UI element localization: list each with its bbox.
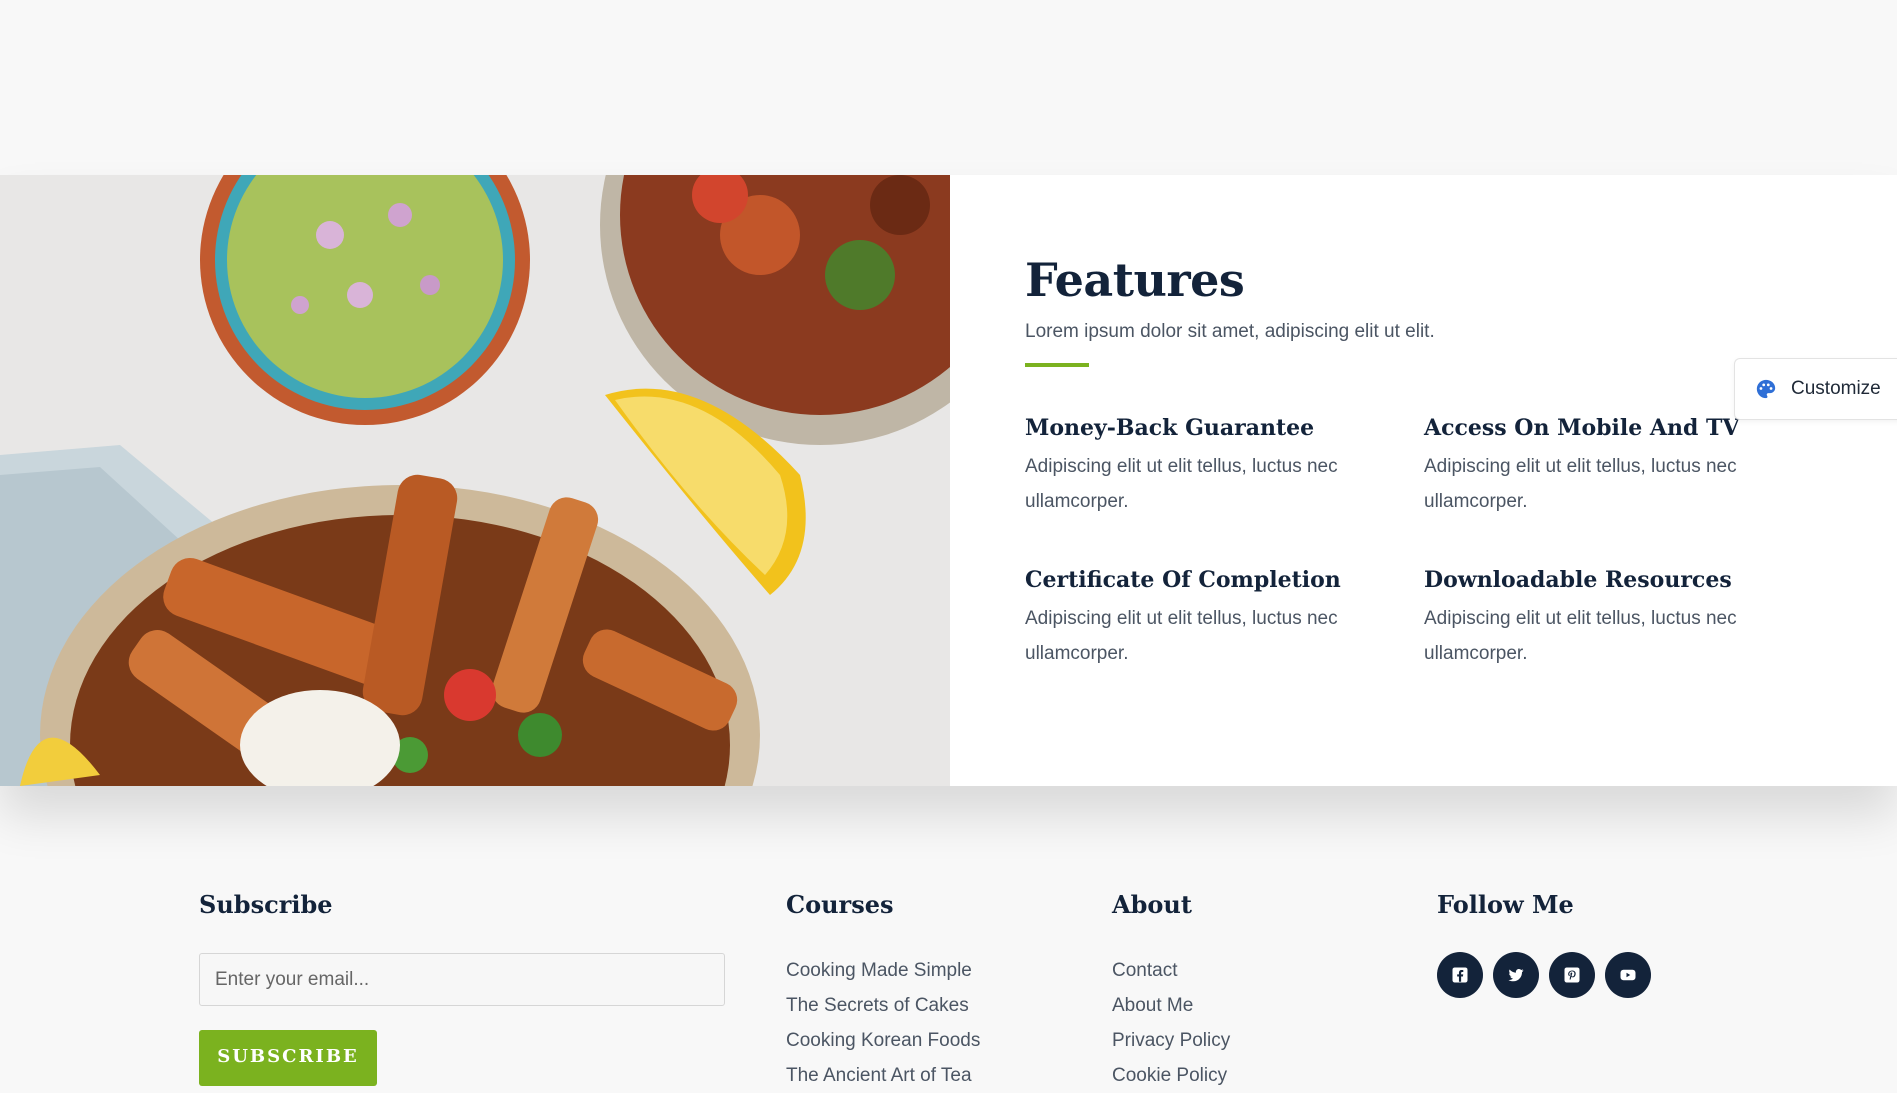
youtube-button[interactable] xyxy=(1605,952,1651,998)
follow-column: Follow Me xyxy=(1437,890,1737,998)
footer: Subscribe SUBSCRIBE Courses Cooking Made… xyxy=(0,850,1897,1086)
feature-title: Downloadable Resources xyxy=(1424,567,1732,593)
email-input[interactable] xyxy=(199,953,725,1006)
course-link[interactable]: Cooking Made Simple xyxy=(786,953,1086,988)
pinterest-icon xyxy=(1564,967,1580,983)
feature-text: Adipiscing elit ut elit tellus, luctus n… xyxy=(1025,608,1338,664)
feature-money-back: Money-Back Guarantee Adipiscing elit ut … xyxy=(1025,415,1424,519)
feature-certificate: Certificate Of Completion Adipiscing eli… xyxy=(1025,567,1424,671)
about-column: About Contact About Me Privacy Policy Co… xyxy=(1112,890,1412,1093)
subscribe-heading: Subscribe xyxy=(199,890,333,919)
title-underline xyxy=(1025,363,1089,367)
palette-icon xyxy=(1756,379,1776,399)
about-heading: About xyxy=(1112,890,1192,919)
courses-heading: Courses xyxy=(786,890,894,919)
feature-title: Certificate Of Completion xyxy=(1025,567,1341,593)
top-band xyxy=(0,0,1897,175)
twitter-icon xyxy=(1508,969,1524,982)
course-link[interactable]: The Ancient Art of Tea xyxy=(786,1058,1086,1093)
courses-links: Cooking Made Simple The Secrets of Cakes… xyxy=(786,953,1086,1093)
feature-grid: Money-Back Guarantee Adipiscing elit ut … xyxy=(1025,415,1845,671)
customize-button[interactable]: Customize xyxy=(1734,358,1897,420)
course-link[interactable]: The Secrets of Cakes xyxy=(786,988,1086,1023)
feature-text: Adipiscing elit ut elit tellus, luctus n… xyxy=(1424,456,1737,512)
courses-column: Courses Cooking Made Simple The Secrets … xyxy=(786,890,1086,1093)
about-link[interactable]: Cookie Policy xyxy=(1112,1058,1412,1093)
course-link[interactable]: Cooking Korean Foods xyxy=(786,1023,1086,1058)
feature-mobile-tv: Access On Mobile And TV Adipiscing elit … xyxy=(1424,415,1823,519)
facebook-button[interactable] xyxy=(1437,952,1483,998)
subscribe-column: Subscribe SUBSCRIBE xyxy=(199,890,726,1086)
follow-heading: Follow Me xyxy=(1437,890,1574,919)
about-links: Contact About Me Privacy Policy Cookie P… xyxy=(1112,953,1412,1093)
feature-text: Adipiscing elit ut elit tellus, luctus n… xyxy=(1424,608,1737,664)
twitter-button[interactable] xyxy=(1493,952,1539,998)
pinterest-button[interactable] xyxy=(1549,952,1595,998)
feature-title: Money-Back Guarantee xyxy=(1025,415,1315,441)
features-subtitle: Lorem ipsum dolor sit amet, adipiscing e… xyxy=(1025,321,1435,342)
features-content: Features Lorem ipsum dolor sit amet, adi… xyxy=(1025,253,1845,671)
features-title: Features xyxy=(1025,253,1245,307)
about-link[interactable]: Privacy Policy xyxy=(1112,1023,1412,1058)
features-section: Features Lorem ipsum dolor sit amet, adi… xyxy=(0,175,1897,786)
food-photo xyxy=(0,175,950,786)
about-link[interactable]: Contact xyxy=(1112,953,1412,988)
feature-text: Adipiscing elit ut elit tellus, luctus n… xyxy=(1025,456,1338,512)
facebook-icon xyxy=(1452,967,1468,983)
about-link[interactable]: About Me xyxy=(1112,988,1412,1023)
feature-downloadable: Downloadable Resources Adipiscing elit u… xyxy=(1424,567,1823,671)
social-links xyxy=(1437,952,1737,998)
customize-label: Customize xyxy=(1791,378,1881,399)
youtube-icon xyxy=(1620,969,1636,981)
